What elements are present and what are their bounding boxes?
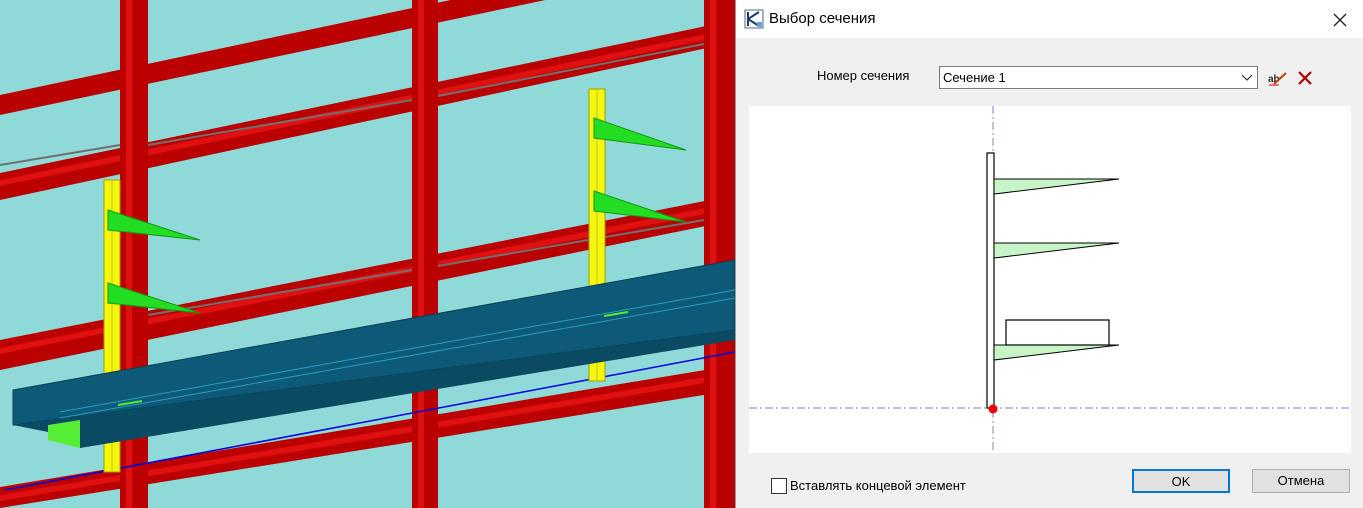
delete-x-icon[interactable] <box>1295 68 1315 88</box>
chevron-down-icon <box>1241 74 1253 81</box>
end-element-label: Вставлять концевой элемент <box>790 478 966 493</box>
section-number-label: Номер сечения <box>817 68 910 83</box>
section-select-dialog: Выбор сечения Номер сечения Сечение 1 ab <box>735 0 1363 508</box>
dialog-title: Выбор сечения <box>769 10 876 27</box>
title-bar[interactable]: Выбор сечения <box>736 0 1363 38</box>
section-select-value: Сечение 1 <box>943 70 1006 85</box>
origin-point <box>988 404 998 414</box>
vertical-frame-bars <box>120 0 735 508</box>
section-tool-icon <box>744 9 764 29</box>
edit-text-icon[interactable]: ab <box>1267 68 1287 88</box>
section-preview <box>749 106 1351 453</box>
section-drawing <box>749 106 1351 453</box>
cancel-button[interactable]: Отмена <box>1252 469 1350 493</box>
3d-viewport[interactable] <box>0 0 735 508</box>
facade-model-view <box>0 0 735 508</box>
beam-profile <box>1005 319 1110 346</box>
post-profile <box>986 152 995 409</box>
ok-button[interactable]: OK <box>1132 469 1230 493</box>
end-element-checkbox[interactable] <box>771 478 787 494</box>
close-icon <box>1333 13 1347 27</box>
section-number-select[interactable]: Сечение 1 <box>939 66 1258 89</box>
close-button[interactable] <box>1317 0 1363 38</box>
